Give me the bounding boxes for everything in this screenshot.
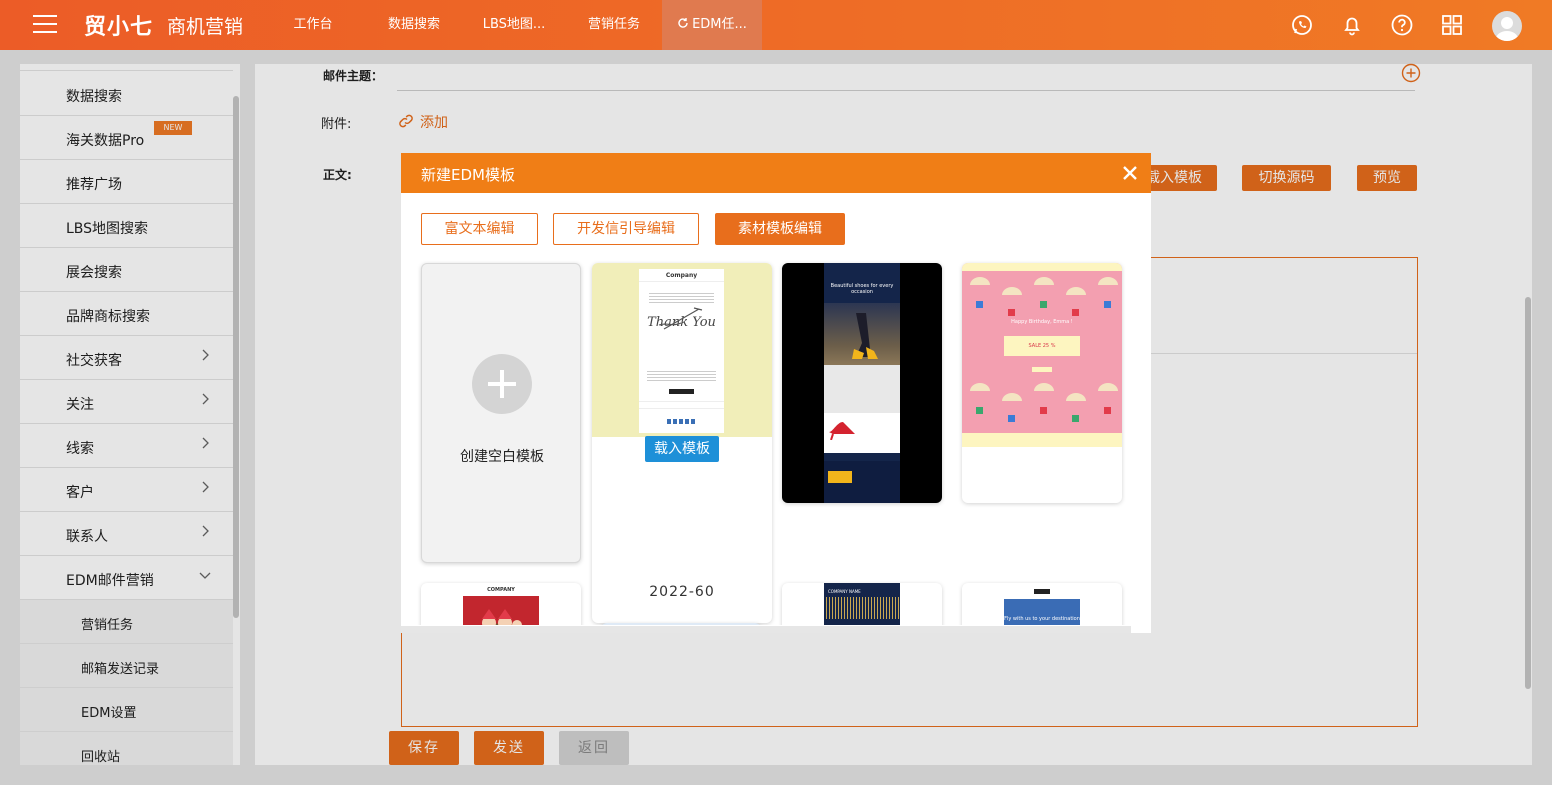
mode-material-template-button[interactable]: 素材模板编辑 bbox=[715, 213, 845, 245]
red-heels-illustration bbox=[829, 422, 855, 440]
new-edm-template-modal: 新建EDM模板 富文本编辑 开发信引导编辑 素材模板编辑 创建空白模板 Comp… bbox=[401, 153, 1151, 633]
thumbnail-headline: Beautiful shoes for every occasion bbox=[830, 283, 894, 295]
template-grid: 创建空白模板 Company Thank You 载入模板 2022-60 Be… bbox=[411, 253, 1131, 625]
thumbnail-birthday-text: Happy Birthday, Emma ! bbox=[1011, 319, 1073, 325]
template-card-thank-you[interactable]: Company Thank You 载入模板 2022-60 bbox=[592, 263, 772, 623]
template-thumbnail: Fly with us to your destination bbox=[1004, 583, 1080, 625]
plus-icon bbox=[472, 354, 532, 414]
load-template-overlay-button[interactable]: 载入模板 bbox=[645, 436, 719, 462]
shoes-illustration bbox=[852, 313, 878, 359]
template-thumbnail: Happy Birthday, Emma ! SALE 25 % bbox=[962, 263, 1122, 447]
thumbnail-travel-text: Fly with us to your destination bbox=[1004, 616, 1080, 622]
tab-data-search[interactable]: 数据搜索 bbox=[380, 0, 448, 50]
tab-edm-label: EDM任... bbox=[692, 17, 747, 32]
blank-template-label: 创建空白模板 bbox=[460, 449, 544, 465]
tab-edm[interactable]: EDM任... bbox=[662, 0, 762, 50]
thumbnail-company: Company bbox=[639, 272, 724, 282]
tab-lbs-map[interactable]: LBS地图... bbox=[476, 0, 552, 50]
template-card-travel[interactable]: Fly with us to your destination bbox=[962, 583, 1122, 625]
template-card-dark-gold[interactable]: COMPANY NAME bbox=[782, 583, 942, 625]
template-card-christmas[interactable]: COMPANY bbox=[421, 583, 581, 625]
template-card-shoes[interactable]: Beautiful shoes for every occasion bbox=[782, 263, 942, 503]
menu-icon[interactable] bbox=[33, 13, 57, 35]
template-card-birthday[interactable]: Happy Birthday, Emma ! SALE 25 % bbox=[962, 263, 1122, 503]
blank-template-card[interactable]: 创建空白模板 bbox=[421, 263, 581, 563]
tab-marketing-task[interactable]: 营销任务 bbox=[580, 0, 648, 50]
christmas-illustration bbox=[482, 609, 522, 625]
template-thumbnail: COMPANY bbox=[463, 583, 539, 625]
template-name: 2022-60 bbox=[649, 584, 715, 600]
thumbnail-company-name: COMPANY NAME bbox=[828, 589, 861, 594]
mode-rich-text-button[interactable]: 富文本编辑 bbox=[421, 213, 538, 245]
tab-workbench[interactable]: 工作台 bbox=[279, 0, 347, 50]
whatsapp-icon[interactable] bbox=[1291, 14, 1313, 36]
modal-header: 新建EDM模板 bbox=[401, 153, 1151, 193]
template-card-blue[interactable] bbox=[601, 623, 761, 625]
template-thumbnail: Company Thank You bbox=[592, 263, 772, 437]
close-icon[interactable] bbox=[1121, 164, 1139, 182]
modal-scrollbar[interactable] bbox=[401, 626, 1131, 633]
template-thumbnail: COMPANY NAME bbox=[824, 583, 900, 625]
brand-logo: 贸小七 bbox=[84, 15, 154, 40]
apps-grid-icon[interactable] bbox=[1441, 14, 1463, 36]
help-icon[interactable] bbox=[1391, 14, 1413, 36]
pen-illustration bbox=[658, 307, 703, 330]
user-avatar[interactable] bbox=[1492, 11, 1522, 41]
template-thumbnail: Beautiful shoes for every occasion bbox=[824, 263, 900, 503]
mode-guided-letter-button[interactable]: 开发信引导编辑 bbox=[553, 213, 699, 245]
user-icon bbox=[1495, 17, 1519, 41]
thumbnail-company: COMPANY bbox=[487, 587, 515, 593]
top-bar: 贸小七 商机营销 工作台 数据搜索 LBS地图... 营销任务 EDM任... bbox=[0, 0, 1552, 50]
app-name: 商机营销 bbox=[167, 16, 244, 38]
modal-title: 新建EDM模板 bbox=[421, 166, 515, 184]
umbrella-pattern bbox=[970, 383, 1118, 422]
umbrella-pattern bbox=[970, 277, 1118, 316]
thumbnail-sale-text: SALE 25 % bbox=[1004, 336, 1080, 356]
refresh-icon bbox=[678, 18, 688, 28]
bell-icon[interactable] bbox=[1341, 14, 1363, 36]
